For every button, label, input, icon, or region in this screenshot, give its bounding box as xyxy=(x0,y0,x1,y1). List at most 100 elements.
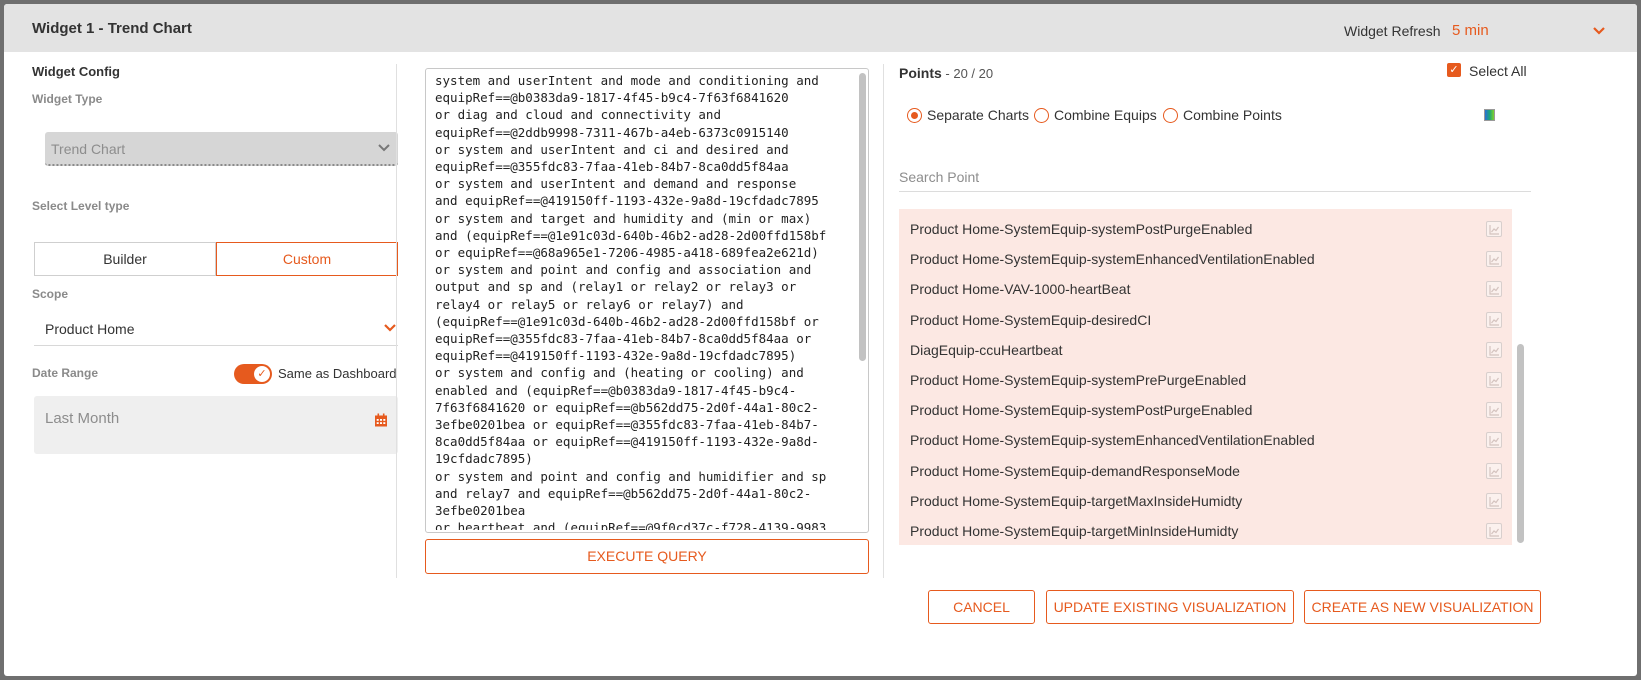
execute-query-button[interactable]: EXECUTE QUERY xyxy=(425,539,869,574)
query-line: or heartbeat and (equipRef==@9f0cd37c-f7… xyxy=(435,520,827,530)
query-line: or system and target and humidity and (m… xyxy=(435,210,812,226)
point-label: Product Home-VAV-1000-heartBeat xyxy=(910,281,1131,298)
update-visualization-button[interactable]: UPDATE EXISTING VISUALIZATION xyxy=(1046,590,1294,624)
point-row[interactable]: Product Home-SystemEquip-targetMaxInside… xyxy=(899,486,1512,516)
query-line: equipRef==@355fdc83-7faa-41eb-84b7-8ca0d… xyxy=(435,159,789,175)
date-range-picker[interactable]: Last Month xyxy=(34,396,398,454)
scope-label: Scope xyxy=(32,287,69,301)
radio-button xyxy=(907,108,922,123)
widget-dialog: Widget 1 - Trend Chart Widget Refresh 5 … xyxy=(4,4,1637,676)
query-line: 19cfdadc7895) xyxy=(435,451,533,467)
query-line: or equipRef==@68a965e1-7206-4985-a418-68… xyxy=(435,245,819,261)
query-line: and relay7 and equipRef==@b562dd75-2d0f-… xyxy=(435,485,812,501)
query-line: system and userIntent and mode and condi… xyxy=(435,73,819,88)
point-label: Product Home-SystemEquip-systemPrePurgeE… xyxy=(910,372,1247,388)
chevron-down-icon xyxy=(1593,27,1605,35)
point-row[interactable]: Product Home-VAV-1000-heartBeat xyxy=(899,274,1512,304)
date-range-value: Last Month xyxy=(45,410,120,427)
chart-icon[interactable] xyxy=(1486,402,1502,419)
point-label: Product Home-SystemEquip-systemPostPurge… xyxy=(910,402,1253,419)
chart-icon[interactable] xyxy=(1486,341,1502,358)
radio-label: Separate Charts xyxy=(927,107,1029,123)
query-scrollbar[interactable] xyxy=(859,73,866,361)
same-as-dashboard-label: Same as Dashboard xyxy=(278,366,397,381)
custom-button[interactable]: Custom xyxy=(216,242,398,276)
query-line: equipRef==@2ddb9998-7311-467b-a4eb-6373c… xyxy=(435,124,789,140)
query-line: equipRef==@419150ff-1193-432e-9a8d-19cfd… xyxy=(435,348,797,364)
query-line: or system and userIntent and demand and … xyxy=(435,176,797,192)
query-line: and equipRef==@419150ff-1193-432e-9a8d-1… xyxy=(435,193,819,209)
query-line: equipRef==@355fdc83-7faa-41eb-84b7-8ca0d… xyxy=(435,331,812,347)
point-row[interactable]: DiagEquip-ccuHeartbeat xyxy=(899,335,1512,365)
chart-icon[interactable] xyxy=(1486,523,1502,539)
point-row[interactable]: Product Home-SystemEquip-systemPostPurge… xyxy=(899,214,1512,244)
widget-refresh-select[interactable]: 5 min xyxy=(1452,18,1610,44)
select-all-label: Select All xyxy=(1469,63,1527,79)
point-row[interactable]: Product Home-SystemEquip-systemEnhancedV… xyxy=(899,244,1512,274)
chart-icon[interactable] xyxy=(1486,281,1502,298)
scope-select[interactable]: Product Home xyxy=(34,314,398,346)
check-icon: ✓ xyxy=(1447,63,1461,77)
level-type-toggle: Builder Custom xyxy=(34,242,398,276)
query-line: output and sp and (relay1 or relay2 or r… xyxy=(435,279,797,295)
widget-type-label: Widget Type xyxy=(32,92,103,106)
points-count: - 20 / 20 xyxy=(941,66,994,81)
points-header: Points - 20 / 20 xyxy=(899,65,993,81)
level-type-label: Select Level type xyxy=(32,199,130,213)
point-row[interactable]: Product Home-SystemEquip-targetMinInside… xyxy=(899,516,1512,545)
point-row[interactable]: Product Home-SystemEquip-systemPostPurge… xyxy=(899,395,1512,425)
check-icon: ✓ xyxy=(254,366,270,382)
radio-button xyxy=(1163,108,1178,123)
chart-icon[interactable] xyxy=(1486,311,1502,328)
query-line: 8ca0dd5f84aa or equipRef==@419150ff-1193… xyxy=(435,434,819,450)
date-range-label: Date Range xyxy=(32,366,99,380)
chart-icon[interactable] xyxy=(1486,432,1502,449)
search-input[interactable] xyxy=(899,164,1531,190)
point-label: Product Home-SystemEquip-desiredCI xyxy=(910,311,1152,328)
chart-icon[interactable] xyxy=(1486,221,1502,237)
point-label: Product Home-SystemEquip-targetMaxInside… xyxy=(910,492,1243,509)
point-row[interactable]: Product Home-SystemEquip-desiredCI xyxy=(899,305,1512,335)
query-line: 3efbe0201bea or equipRef==@355fdc83-7faa… xyxy=(435,417,819,433)
point-label: Product Home-SystemEquip-systemEnhancedV… xyxy=(910,432,1315,449)
points-list: Product Home-SystemEquip-systemPostPurge… xyxy=(899,209,1512,545)
dialog-title: Widget 1 - Trend Chart xyxy=(32,20,192,37)
query-editor[interactable]: system and userIntent and mode and condi… xyxy=(425,68,869,533)
query-line: (equipRef==@1e91c03d-640b-46b2-ad28-2d00… xyxy=(435,313,819,329)
radio-button xyxy=(1034,108,1049,123)
radio-label: Combine Equips xyxy=(1054,107,1157,123)
chart-icon[interactable] xyxy=(1486,492,1502,509)
chevron-down-icon xyxy=(384,324,396,332)
column-divider xyxy=(883,64,884,578)
widget-type-select: Trend Chart xyxy=(45,132,398,166)
query-line: relay4 or relay5 or relay6 or relay7) an… xyxy=(435,296,744,312)
query-line: or system and config and (heating or coo… xyxy=(435,365,804,381)
points-title: Points xyxy=(899,65,942,81)
builder-button[interactable]: Builder xyxy=(34,242,216,276)
query-text[interactable]: system and userIntent and mode and condi… xyxy=(435,72,855,530)
point-label: DiagEquip-ccuHeartbeat xyxy=(910,341,1063,358)
widget-config-title: Widget Config xyxy=(32,64,120,79)
point-row[interactable]: Product Home-SystemEquip-systemEnhancedV… xyxy=(899,425,1512,455)
radio-label: Combine Points xyxy=(1183,107,1282,123)
chart-icon[interactable] xyxy=(1486,372,1502,388)
points-list-scrollbar[interactable] xyxy=(1517,344,1524,543)
cancel-button[interactable]: CANCEL xyxy=(928,590,1035,624)
point-label: Product Home-SystemEquip-systemPostPurge… xyxy=(910,221,1253,237)
query-line: equipRef==@b0383da9-1817-4f45-b9c4-7f63f… xyxy=(435,90,789,106)
same-as-dashboard-toggle[interactable]: ✓ xyxy=(234,364,272,384)
point-row[interactable]: Product Home-SystemEquip-demandResponseM… xyxy=(899,456,1512,486)
chart-icon[interactable] xyxy=(1486,251,1502,268)
query-line: enabled and (equipRef==@b0383da9-1817-4f… xyxy=(435,382,797,398)
point-row[interactable]: Product Home-SystemEquip-systemPrePurgeE… xyxy=(899,365,1512,395)
point-label: Product Home-SystemEquip-targetMinInside… xyxy=(910,523,1239,539)
column-divider xyxy=(396,64,397,578)
widget-type-value: Trend Chart xyxy=(51,141,126,157)
chart-icon[interactable] xyxy=(1486,462,1502,479)
point-label: Product Home-SystemEquip-systemEnhancedV… xyxy=(910,251,1315,268)
query-line: or system and point and config and assoc… xyxy=(435,262,812,278)
chevron-down-icon xyxy=(378,144,390,152)
gradient-icon[interactable] xyxy=(1484,109,1495,121)
dialog-header: Widget 1 - Trend Chart Widget Refresh 5 … xyxy=(4,4,1637,52)
create-visualization-button[interactable]: CREATE AS NEW VISUALIZATION xyxy=(1304,590,1541,624)
